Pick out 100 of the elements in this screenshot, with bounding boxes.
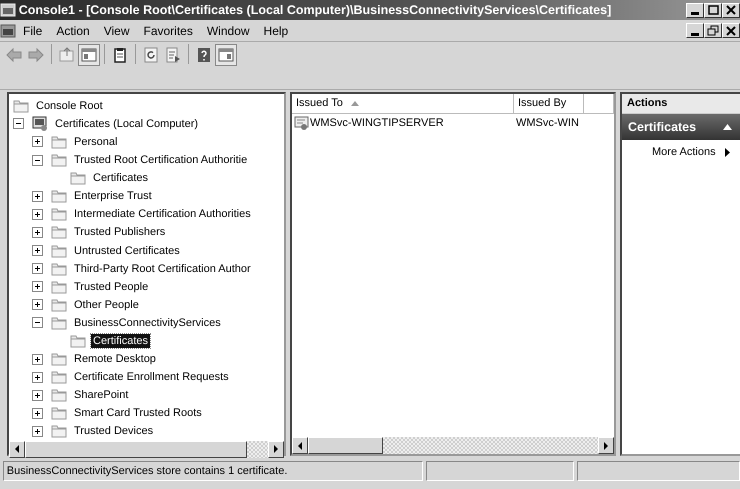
pane-toggle-icon <box>80 46 98 64</box>
tree-item[interactable]: Enterprise Trust <box>72 189 154 204</box>
expand-icon[interactable] <box>32 208 43 220</box>
app-icon <box>0 3 16 17</box>
folder-icon <box>51 296 68 313</box>
tree-item[interactable]: Intermediate Certification Authorities <box>72 207 253 222</box>
folder-icon <box>51 206 68 222</box>
maximize-icon <box>706 4 720 16</box>
close-icon <box>724 4 738 16</box>
refresh-icon <box>142 46 160 64</box>
folder-icon <box>51 314 68 331</box>
folder-icon <box>51 278 68 295</box>
menu-item[interactable]: Window <box>200 20 257 40</box>
folder-icon <box>51 224 68 240</box>
tree-item[interactable]: Certificates (Local Computer) <box>53 116 200 131</box>
folder-icon <box>51 405 68 422</box>
folder-icon <box>13 98 30 114</box>
tree-item[interactable]: Untrusted Certificates <box>72 244 182 258</box>
collapse-icon[interactable] <box>32 154 43 166</box>
tree-item[interactable]: Trusted People <box>72 280 150 294</box>
scroll-right-icon <box>273 445 279 454</box>
window-title: Console1 - [Console Root\Certificates (Local Computer)\BusinessConnectivityServices\Certificates] <box>18 2 612 19</box>
expand-icon[interactable] <box>32 190 43 202</box>
scroll-left-button[interactable] <box>9 440 25 458</box>
table-cell-text: WMSvc-WIN <box>516 116 579 131</box>
expand-icon[interactable] <box>32 372 43 383</box>
menu-item[interactable]: View <box>96 20 136 40</box>
folder-icon <box>51 242 68 259</box>
tree-item[interactable]: Other People <box>72 298 141 312</box>
folder-icon <box>51 387 68 404</box>
collapse-icon[interactable] <box>32 317 43 328</box>
computer-icon <box>32 116 49 132</box>
tree-item[interactable]: Third-Party Root Certification Author <box>72 262 253 276</box>
scroll-right-button[interactable] <box>598 437 614 454</box>
expand-icon[interactable] <box>32 390 43 401</box>
submenu-arrow-icon <box>725 148 730 157</box>
menu-item[interactable]: Action <box>49 20 97 40</box>
restore-button[interactable] <box>704 23 722 38</box>
tree-item[interactable]: Certificates <box>91 334 150 348</box>
tree-item[interactable]: BusinessConnectivityServices <box>72 316 223 330</box>
menu-item[interactable]: File <box>16 20 50 40</box>
table-cell-text: WMSvc-WINGTIPSERVER <box>310 116 444 131</box>
folder-icon <box>51 260 68 277</box>
expand-icon[interactable] <box>32 281 43 292</box>
forward-arrow-icon <box>26 46 45 64</box>
expand-icon[interactable] <box>32 136 43 148</box>
tree-item[interactable]: Trusted Publishers <box>72 225 168 240</box>
collapse-icon[interactable] <box>13 118 24 130</box>
minimize-icon <box>691 32 699 36</box>
tree-item[interactable]: Certificate Enrollment Requests <box>72 370 231 384</box>
console-icon <box>0 24 16 38</box>
close-icon <box>724 24 738 36</box>
folder-icon <box>51 152 68 168</box>
folder-icon <box>70 333 87 350</box>
scroll-left-icon <box>297 442 303 450</box>
tree-item[interactable]: SharePoint <box>72 388 130 402</box>
scroll-left-button[interactable] <box>292 437 308 454</box>
scroll-right-button[interactable] <box>268 440 284 458</box>
expand-icon[interactable] <box>32 299 43 310</box>
tree-item[interactable]: Smart Card Trusted Roots <box>72 406 204 420</box>
tree-item[interactable]: Trusted Root Certification Authoritie <box>72 153 250 168</box>
action-link[interactable]: More Actions <box>652 144 716 160</box>
expand-icon[interactable] <box>32 426 43 437</box>
certificate-icon <box>294 115 310 131</box>
tree-item[interactable]: Personal <box>72 134 120 149</box>
scroll-thumb[interactable] <box>25 440 247 458</box>
menu-item[interactable]: Favorites <box>136 20 200 40</box>
folder-icon <box>51 188 68 204</box>
expand-icon[interactable] <box>32 245 43 256</box>
minimize-icon <box>691 12 699 15</box>
toolbar-button[interactable] <box>214 44 237 66</box>
scroll-left-icon <box>14 445 20 454</box>
folder-icon <box>70 170 87 186</box>
status-text: BusinessConnectivityServices store contains 1 certificate. <box>2 461 423 481</box>
tree-item[interactable]: Trusted Devices <box>72 424 156 438</box>
actions-section-header[interactable]: Certificates <box>622 114 740 140</box>
close-button[interactable] <box>722 23 740 38</box>
expand-icon[interactable] <box>32 263 43 274</box>
folder-up-icon <box>58 46 76 64</box>
tree-item[interactable]: Console Root <box>34 98 105 113</box>
tree-item[interactable]: Remote Desktop <box>72 352 158 366</box>
toolbar-button[interactable] <box>78 44 100 66</box>
expand-icon[interactable] <box>32 408 43 419</box>
export-list-icon <box>164 46 182 64</box>
column-header[interactable]: Issued By <box>514 94 584 114</box>
menu-item[interactable]: Help <box>256 20 296 40</box>
minimize-button[interactable] <box>686 2 704 18</box>
folder-icon <box>51 423 68 440</box>
back-arrow-icon <box>4 46 23 64</box>
restore-icon <box>706 24 720 36</box>
scroll-right-icon <box>603 442 609 450</box>
minimize-button[interactable] <box>686 23 704 38</box>
expand-icon[interactable] <box>32 354 43 365</box>
scroll-thumb[interactable] <box>308 437 383 454</box>
folder-icon <box>51 369 68 386</box>
close-button[interactable] <box>722 2 740 18</box>
expand-icon[interactable] <box>32 226 43 238</box>
tree-item[interactable]: Certificates <box>91 171 150 186</box>
column-header[interactable]: Issued To <box>292 94 514 114</box>
maximize-button[interactable] <box>704 2 722 18</box>
